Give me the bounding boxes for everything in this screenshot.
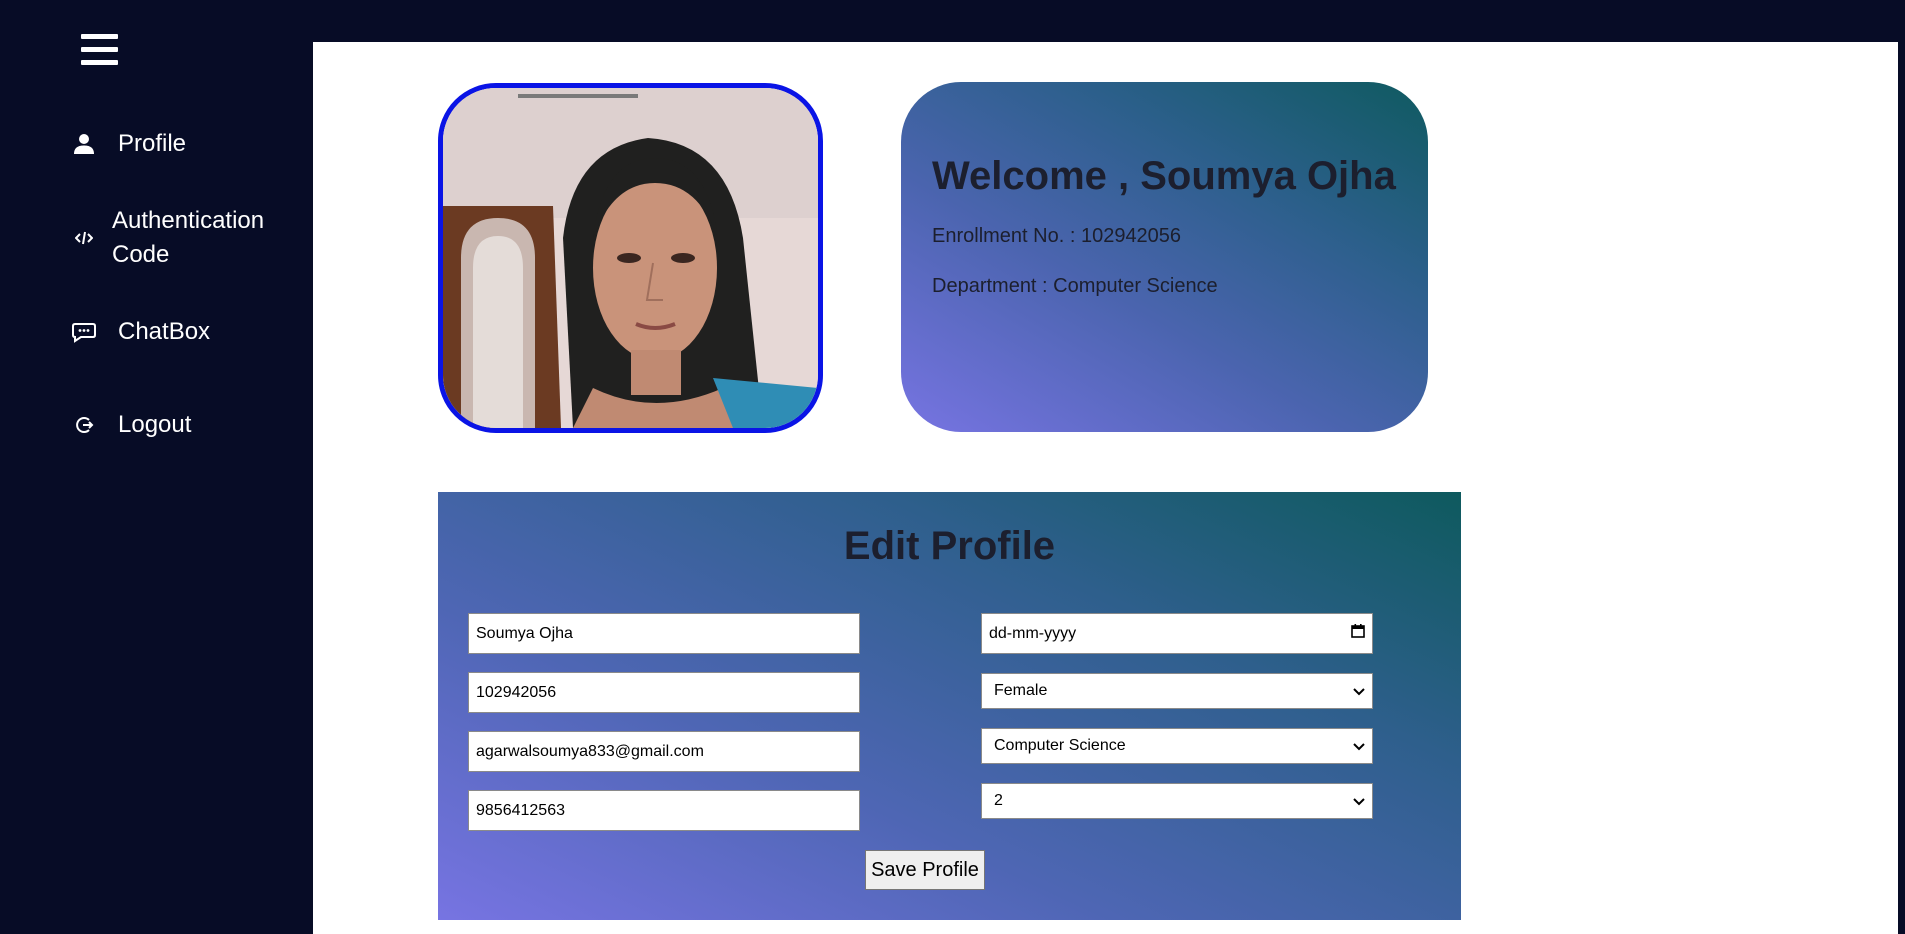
- chevron-down-icon: [1353, 739, 1365, 753]
- dob-placeholder: dd-mm-yyyy: [989, 624, 1077, 642]
- sidebar-item-label: Authentication Code: [112, 207, 265, 268]
- sidebar-item-authentication-code[interactable]: Authentication Code: [72, 204, 272, 272]
- sidebar: Profile Authentication Code ChatBox Logo…: [0, 0, 313, 934]
- sidebar-item-label: ChatBox: [118, 318, 211, 345]
- chevron-down-icon: [1353, 684, 1365, 698]
- profile-photo: [438, 83, 823, 433]
- dob-date-input[interactable]: dd-mm-yyyy: [981, 613, 1373, 654]
- code-icon: [72, 226, 96, 250]
- sidebar-item-label: Profile: [118, 130, 187, 157]
- department-text: Department : Computer Science: [932, 275, 1218, 297]
- welcome-title: Welcome , Soumya Ojha: [932, 154, 1396, 198]
- main-content: Welcome , Soumya Ojha Enrollment No. : 1…: [313, 42, 1898, 934]
- gender-select-value: Female: [994, 682, 1048, 699]
- email-input[interactable]: [468, 731, 860, 772]
- enrollment-text: Enrollment No. : 102942056: [932, 225, 1182, 247]
- chat-bubble-icon: [72, 320, 96, 344]
- logout-icon: [72, 413, 96, 437]
- scrollbar[interactable]: [1898, 42, 1905, 934]
- hamburger-menu-icon[interactable]: [81, 34, 118, 68]
- save-profile-button[interactable]: Save Profile: [865, 850, 985, 890]
- name-input[interactable]: [468, 613, 860, 654]
- user-icon: [72, 132, 96, 156]
- gender-select[interactable]: Female: [981, 673, 1373, 709]
- sidebar-item-chatbox[interactable]: ChatBox: [72, 315, 210, 349]
- year-select-value: 2: [994, 792, 1003, 809]
- edit-profile-title: Edit Profile: [843, 524, 1056, 568]
- enrollment-input[interactable]: [468, 672, 860, 713]
- calendar-icon[interactable]: [1351, 624, 1365, 643]
- department-select-value: Computer Science: [994, 737, 1126, 754]
- sidebar-item-logout[interactable]: Logout: [72, 408, 191, 442]
- welcome-card: Welcome , Soumya Ojha Enrollment No. : 1…: [901, 82, 1428, 432]
- edit-profile-form: Edit Profile dd-mm-yyyy Female Com: [438, 492, 1461, 920]
- phone-input[interactable]: [468, 790, 860, 831]
- department-select[interactable]: Computer Science: [981, 728, 1373, 764]
- year-select[interactable]: 2: [981, 783, 1373, 819]
- sidebar-item-profile[interactable]: Profile: [72, 127, 186, 161]
- chevron-down-icon: [1353, 794, 1365, 808]
- sidebar-item-label: Logout: [118, 411, 192, 438]
